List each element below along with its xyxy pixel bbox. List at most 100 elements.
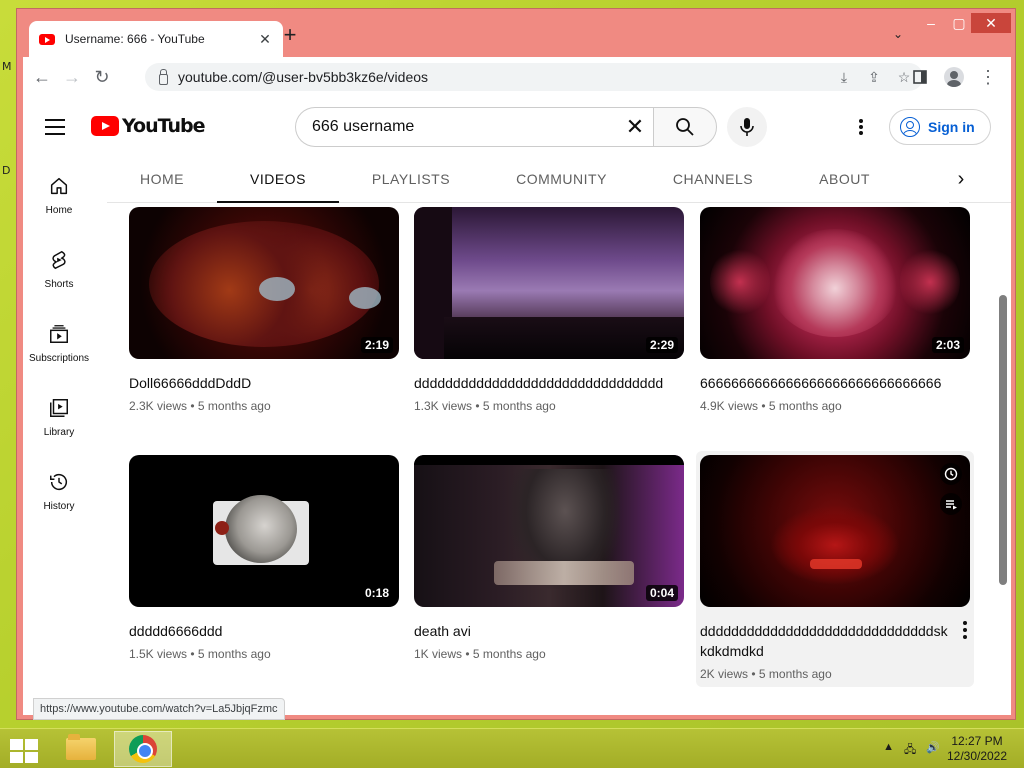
video-card[interactable]: 2:03 6666666666666666666666666666666 4.9… (700, 207, 970, 413)
video-thumbnail[interactable]: 2:29 (414, 207, 684, 359)
upload-age: 5 months ago (768, 399, 842, 413)
video-title[interactable]: ddddddddddddddddddddddddddddddskkdkdmdkd (700, 621, 948, 661)
tab-title: Username: 666 - YouTube (65, 32, 205, 46)
maximize-button[interactable]: ▢ (945, 13, 973, 33)
sidebar-item-shorts[interactable]: Shorts (23, 229, 95, 303)
reload-icon[interactable]: ↻ (87, 62, 117, 92)
tab-about[interactable]: ABOUT (786, 155, 903, 203)
sidebar-label: Shorts (44, 279, 74, 290)
sidebar-label: History (43, 501, 75, 512)
close-window-button[interactable]: ✕ (971, 13, 1011, 33)
add-to-queue-icon[interactable] (940, 493, 962, 515)
video-metadata: 2.3K views • 5 months ago (129, 399, 271, 413)
video-action-menu-icon[interactable] (962, 621, 968, 639)
duration-badge: 2:19 (360, 337, 393, 353)
folder-icon (66, 734, 96, 760)
upload-age: 5 months ago (197, 647, 271, 661)
page-viewport: YouTube 666 username ✕ Sign in Home Shor… (23, 97, 1011, 715)
browser-tab-youtube[interactable]: Username: 666 - YouTube ✕ (29, 21, 283, 57)
sidebar-label: Subscriptions (28, 353, 90, 364)
youtube-logo[interactable]: YouTube (91, 115, 205, 137)
address-url[interactable]: youtube.com/@user-bv5bb3kz6e/videos (178, 69, 833, 85)
back-arrow-icon[interactable]: ← (27, 62, 57, 92)
sidebar-item-library[interactable]: Library (23, 377, 95, 451)
video-thumbnail[interactable]: 2:03 (700, 207, 970, 359)
video-card[interactable]: 0:04 death avi 1K views • 5 months ago (414, 455, 684, 661)
video-metadata: 1.5K views • 5 months ago (129, 647, 271, 661)
sidebar-label: Home (45, 205, 73, 216)
desktop-icon-fragment-m: M (2, 60, 12, 73)
link-status-bubble: https://www.youtube.com/watch?v=La5JbjqF… (33, 698, 285, 720)
home-icon (50, 177, 68, 195)
chevron-right-icon[interactable]: › (909, 155, 973, 203)
video-thumbnail[interactable]: 2:19 (129, 207, 399, 359)
search-query-text[interactable]: 666 username (312, 118, 617, 136)
desktop-icon-fragment-d: D (2, 164, 11, 177)
view-count: 4.9K views (700, 399, 759, 413)
video-thumbnail[interactable]: 0:04 (414, 455, 684, 607)
video-thumbnail[interactable] (700, 455, 970, 607)
install-app-icon[interactable]: ⤓ (833, 69, 855, 86)
sign-in-button[interactable]: Sign in (889, 109, 991, 145)
chrome-taskbar-button[interactable] (114, 731, 172, 767)
video-thumbnail[interactable]: 0:18 (129, 455, 399, 607)
duration-badge: 2:03 (931, 337, 964, 353)
video-title[interactable]: ddddd6666ddd (129, 621, 387, 641)
video-title[interactable]: Doll66666dddDddD (129, 373, 387, 393)
show-hidden-icons-chevron-icon[interactable]: ▲ (883, 741, 894, 760)
sidebar-item-subscriptions[interactable]: Subscriptions (23, 303, 95, 377)
profile-avatar-icon[interactable] (939, 62, 969, 92)
tab-playlists[interactable]: PLAYLISTS (339, 155, 483, 203)
search-button[interactable] (653, 107, 717, 147)
forward-arrow-icon[interactable]: → (57, 62, 87, 92)
start-button-windows-icon[interactable] (8, 737, 38, 763)
sidebar-item-home[interactable]: Home (23, 155, 95, 229)
upload-age: 5 months ago (482, 399, 556, 413)
tab-videos[interactable]: VIDEOS (217, 155, 339, 203)
video-card[interactable]: 2:19 Doll66666dddDddD 2.3K views • 5 mon… (129, 207, 399, 413)
video-card[interactable]: 2:29 dddddddddddddddddddddddddddddddd 1.… (414, 207, 684, 413)
video-metadata: 1.3K views • 5 months ago (414, 399, 556, 413)
network-icon[interactable]: 🖧 (904, 741, 916, 760)
video-title[interactable]: dddddddddddddddddddddddddddddddd (414, 373, 672, 393)
video-card-hovered[interactable]: ddddddddddddddddddddddddddddddskkdkdmdkd… (696, 451, 974, 687)
upload-age: 5 months ago (197, 399, 271, 413)
taskbar-clock[interactable]: 12:27 PM 12/30/2022 (942, 734, 1012, 764)
tab-community[interactable]: COMMUNITY (483, 155, 640, 203)
side-panel-icon[interactable] (905, 62, 935, 92)
upload-age: 5 months ago (472, 647, 546, 661)
volume-icon[interactable]: 🔊 (926, 741, 940, 760)
settings-more-icon[interactable] (851, 117, 871, 137)
tab-channels[interactable]: CHANNELS (640, 155, 786, 203)
browser-menu-icon[interactable]: ⋮ (973, 62, 1003, 92)
library-icon (50, 399, 68, 417)
address-bar[interactable]: youtube.com/@user-bv5bb3kz6e/videos ⤓ ⇪ … (145, 63, 923, 91)
voice-search-button[interactable] (727, 107, 767, 147)
page-scrollbar-thumb[interactable] (999, 295, 1007, 585)
tab-home[interactable]: HOME (107, 155, 217, 203)
new-tab-button[interactable]: + (279, 24, 301, 47)
youtube-favicon-icon (39, 33, 55, 45)
channel-tabs: HOME VIDEOS PLAYLISTS COMMUNITY CHANNELS… (107, 155, 1011, 203)
watch-later-clock-icon[interactable] (940, 463, 962, 485)
view-count: 2.3K views (129, 399, 188, 413)
video-card[interactable]: 0:18 ddddd6666ddd 1.5K views • 5 months … (129, 455, 399, 661)
video-title[interactable]: death avi (414, 621, 672, 641)
tab-search-chevron-icon[interactable]: ⌄ (893, 27, 903, 41)
search-input[interactable]: 666 username ✕ (295, 107, 653, 147)
youtube-play-icon (91, 116, 119, 136)
sidebar-item-history[interactable]: History (23, 451, 95, 525)
lock-icon[interactable] (159, 68, 168, 85)
system-tray: ▲ 🖧 🔊 (883, 741, 940, 760)
video-title[interactable]: 6666666666666666666666666666666 (700, 373, 958, 393)
clear-search-icon[interactable]: ✕ (617, 114, 653, 140)
duration-badge: 2:29 (645, 337, 678, 353)
search-icon (676, 118, 694, 136)
file-explorer-taskbar-button[interactable] (52, 731, 110, 767)
share-icon[interactable]: ⇪ (863, 69, 885, 86)
minimize-button[interactable]: – (917, 13, 945, 33)
guide-menu-icon[interactable] (45, 119, 65, 140)
video-metadata: 1K views • 5 months ago (414, 647, 546, 661)
chrome-window: Username: 666 - YouTube ✕ + ⌄ – ▢ ✕ ← → … (16, 8, 1016, 720)
tab-close-icon[interactable]: ✕ (257, 31, 273, 48)
